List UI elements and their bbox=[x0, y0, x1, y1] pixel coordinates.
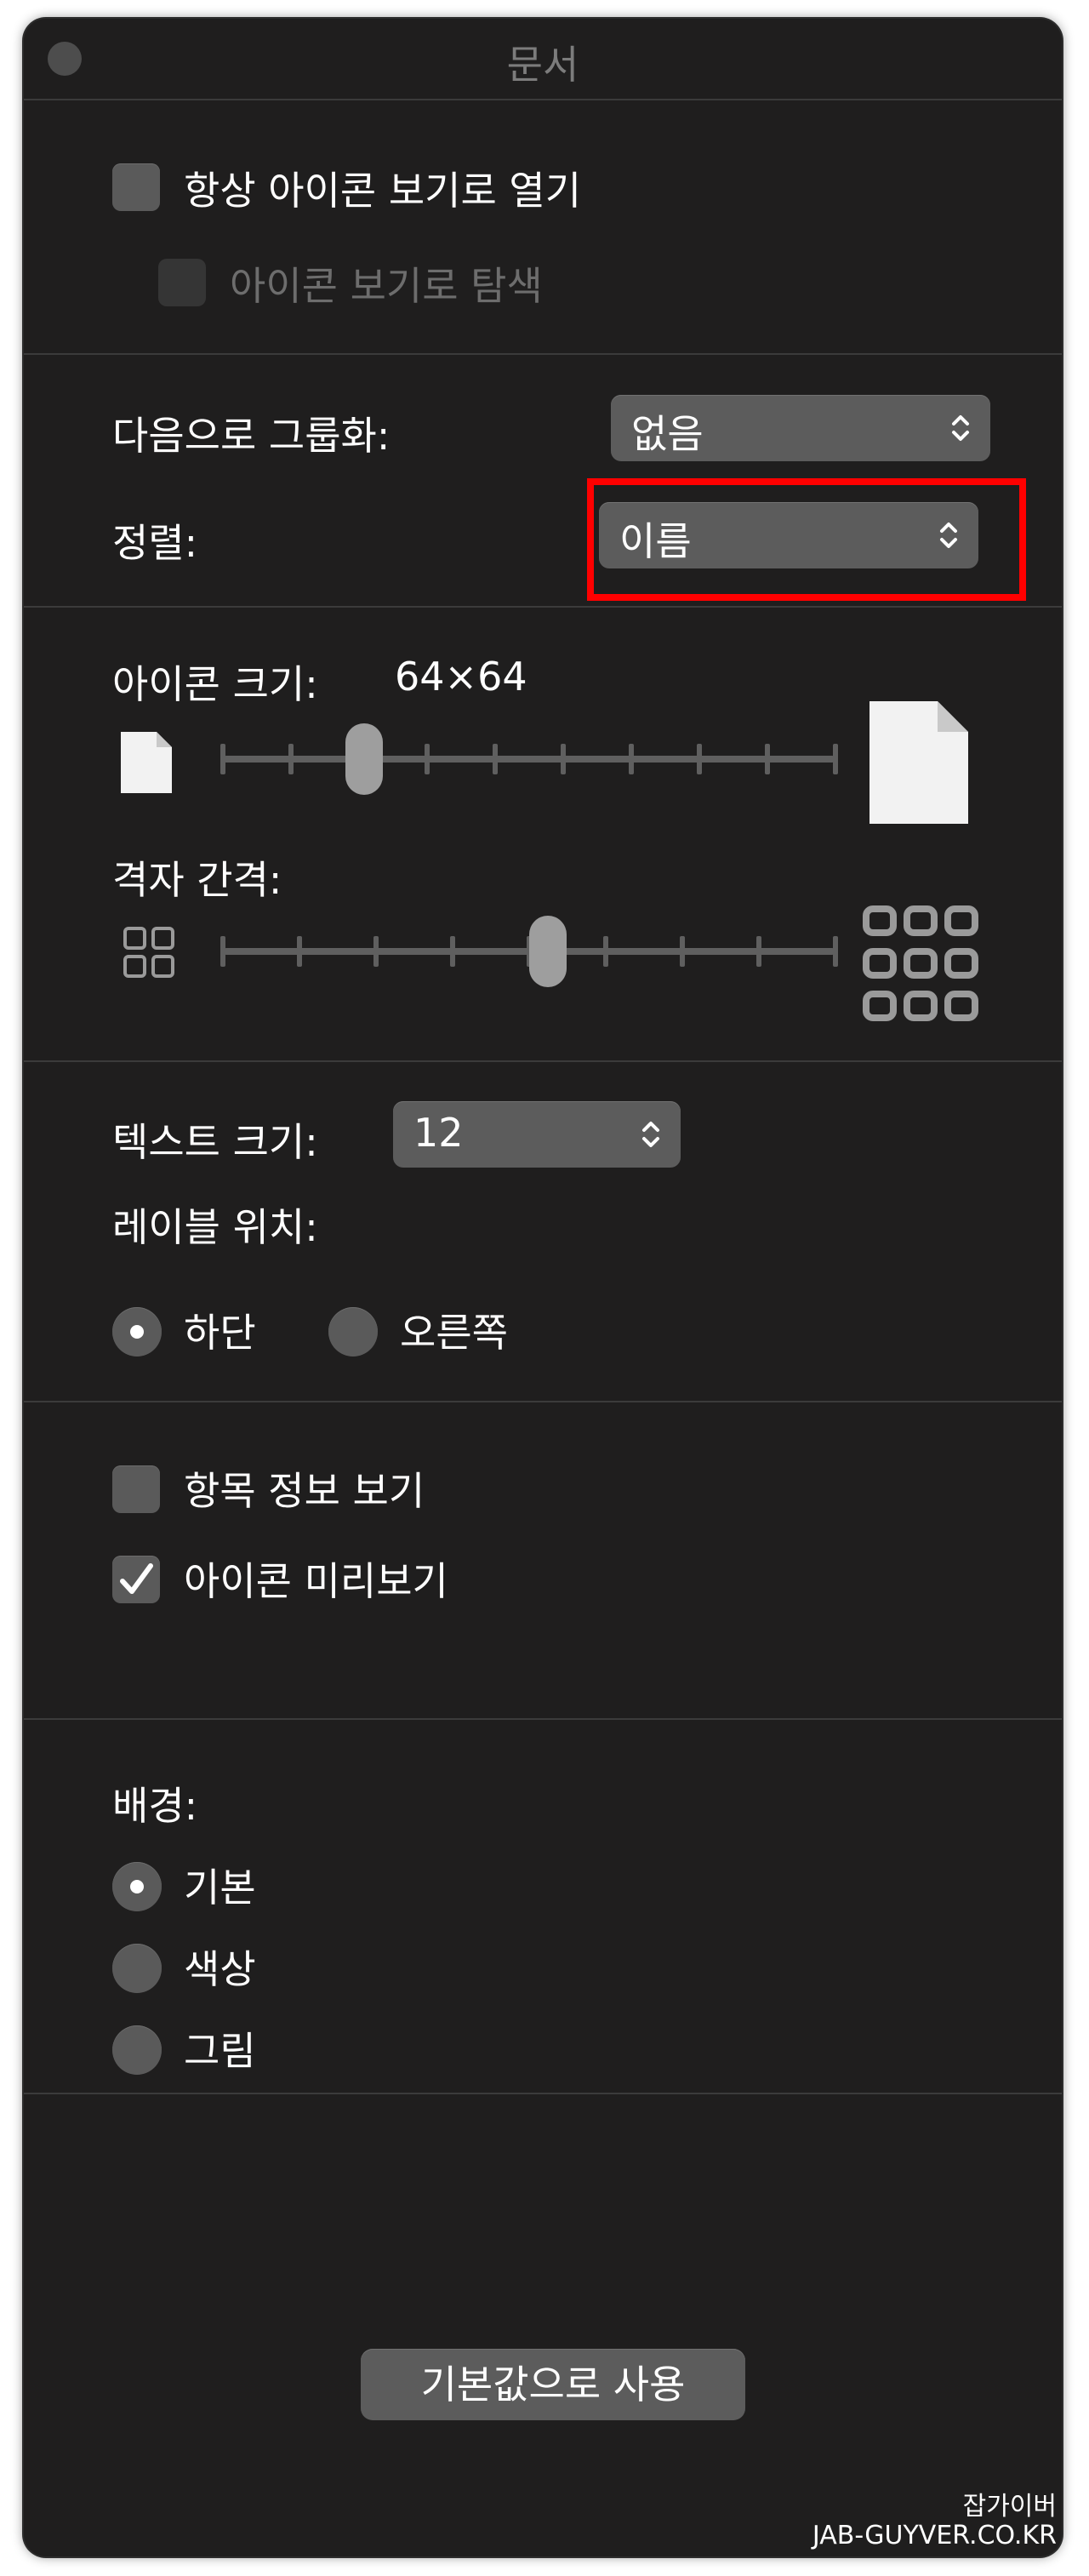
small-document-icon bbox=[121, 732, 172, 793]
slider-tick bbox=[765, 744, 770, 774]
slider-knob[interactable] bbox=[345, 723, 383, 795]
icon-preview-checkbox[interactable] bbox=[112, 1556, 160, 1603]
small-grid-icon bbox=[123, 927, 174, 978]
finder-view-options-window: 문서 항상 아이콘 보기로 열기 아이콘 보기로 탐색 다음으로 그룹화: 없음… bbox=[24, 19, 1062, 2556]
label-position-bottom-radio[interactable] bbox=[112, 1307, 162, 1357]
slider-track[interactable] bbox=[223, 756, 835, 763]
group-by-label: 다음으로 그룹화: bbox=[112, 413, 391, 459]
icon-size-label: 아이콘 크기: bbox=[112, 661, 318, 707]
group-by-value: 없음 bbox=[631, 411, 704, 457]
background-color-label: 색상 bbox=[184, 1946, 256, 1992]
show-item-info-label: 항목 정보 보기 bbox=[184, 1468, 425, 1514]
slider-tick bbox=[493, 744, 498, 774]
divider bbox=[24, 353, 1062, 355]
background-picture-radio[interactable] bbox=[112, 2025, 162, 2075]
divider bbox=[24, 2093, 1062, 2094]
use-as-defaults-button[interactable]: 기본값으로 사용 bbox=[361, 2349, 745, 2420]
text-size-value: 12 bbox=[413, 1110, 464, 1156]
slider-tick bbox=[450, 936, 455, 967]
slider-tick bbox=[680, 936, 685, 967]
slider-tick bbox=[220, 936, 225, 967]
sort-by-value: 이름 bbox=[619, 518, 692, 564]
always-icon-view-label: 항상 아이콘 보기로 열기 bbox=[184, 168, 582, 214]
radio-selected-dot bbox=[130, 1880, 144, 1893]
label-position-bottom-label: 하단 bbox=[184, 1310, 256, 1356]
label-position-label: 레이블 위치: bbox=[112, 1204, 318, 1250]
group-by-popup[interactable]: 없음 bbox=[611, 395, 990, 461]
label-position-right-radio[interactable] bbox=[328, 1307, 378, 1357]
window-title: 문서 bbox=[506, 42, 579, 88]
browse-icon-view-label: 아이콘 보기로 탐색 bbox=[230, 263, 543, 309]
slider-tick bbox=[603, 936, 608, 967]
divider bbox=[24, 1718, 1062, 1720]
label-position-right-label: 오른쪽 bbox=[400, 1310, 508, 1356]
divider bbox=[24, 99, 1062, 100]
slider-tick bbox=[756, 936, 761, 967]
always-icon-view-checkbox[interactable] bbox=[112, 163, 160, 211]
slider-knob[interactable] bbox=[528, 916, 567, 987]
divider bbox=[24, 606, 1062, 608]
slider-tick bbox=[833, 936, 838, 967]
divider bbox=[24, 1060, 1062, 1062]
background-label: 배경: bbox=[112, 1783, 198, 1829]
chevron-updown-icon bbox=[642, 1122, 659, 1147]
radio-selected-dot bbox=[130, 1325, 144, 1339]
icon-preview-label: 아이콘 미리보기 bbox=[184, 1558, 448, 1604]
divider bbox=[24, 1401, 1062, 1402]
watermark-text: 잡가이버 bbox=[962, 2492, 1057, 2522]
background-color-radio[interactable] bbox=[112, 1944, 162, 1993]
text-size-label: 텍스트 크기: bbox=[112, 1119, 318, 1165]
grid-spacing-label: 격자 간격: bbox=[112, 857, 282, 903]
large-document-icon bbox=[869, 701, 968, 824]
chevron-updown-icon bbox=[940, 523, 957, 548]
slider-tick bbox=[697, 744, 702, 774]
slider-tick bbox=[629, 744, 634, 774]
browse-icon-view-checkbox bbox=[158, 259, 206, 306]
background-picture-label: 그림 bbox=[184, 2028, 256, 2074]
slider-tick bbox=[297, 936, 302, 967]
slider-tick bbox=[833, 744, 838, 774]
show-item-info-checkbox[interactable] bbox=[112, 1465, 160, 1513]
icon-size-value: 64×64 bbox=[395, 654, 527, 700]
watermark-url: JAB-GUYVER.CO.KR bbox=[812, 2521, 1057, 2550]
title-bar: 문서 bbox=[24, 19, 1062, 100]
slider-tick bbox=[561, 744, 566, 774]
slider-tick bbox=[220, 744, 225, 774]
chevron-updown-icon bbox=[952, 415, 969, 441]
background-default-label: 기본 bbox=[184, 1865, 256, 1911]
sort-by-label: 정렬: bbox=[112, 520, 198, 566]
text-size-popup[interactable]: 12 bbox=[393, 1101, 681, 1168]
background-default-radio[interactable] bbox=[112, 1862, 162, 1911]
checkmark-icon bbox=[120, 1563, 153, 1594]
slider-tick bbox=[373, 936, 379, 967]
slider-tick bbox=[425, 744, 430, 774]
slider-tick bbox=[288, 744, 294, 774]
large-grid-icon bbox=[863, 905, 978, 1021]
sort-by-popup[interactable]: 이름 bbox=[599, 502, 978, 568]
